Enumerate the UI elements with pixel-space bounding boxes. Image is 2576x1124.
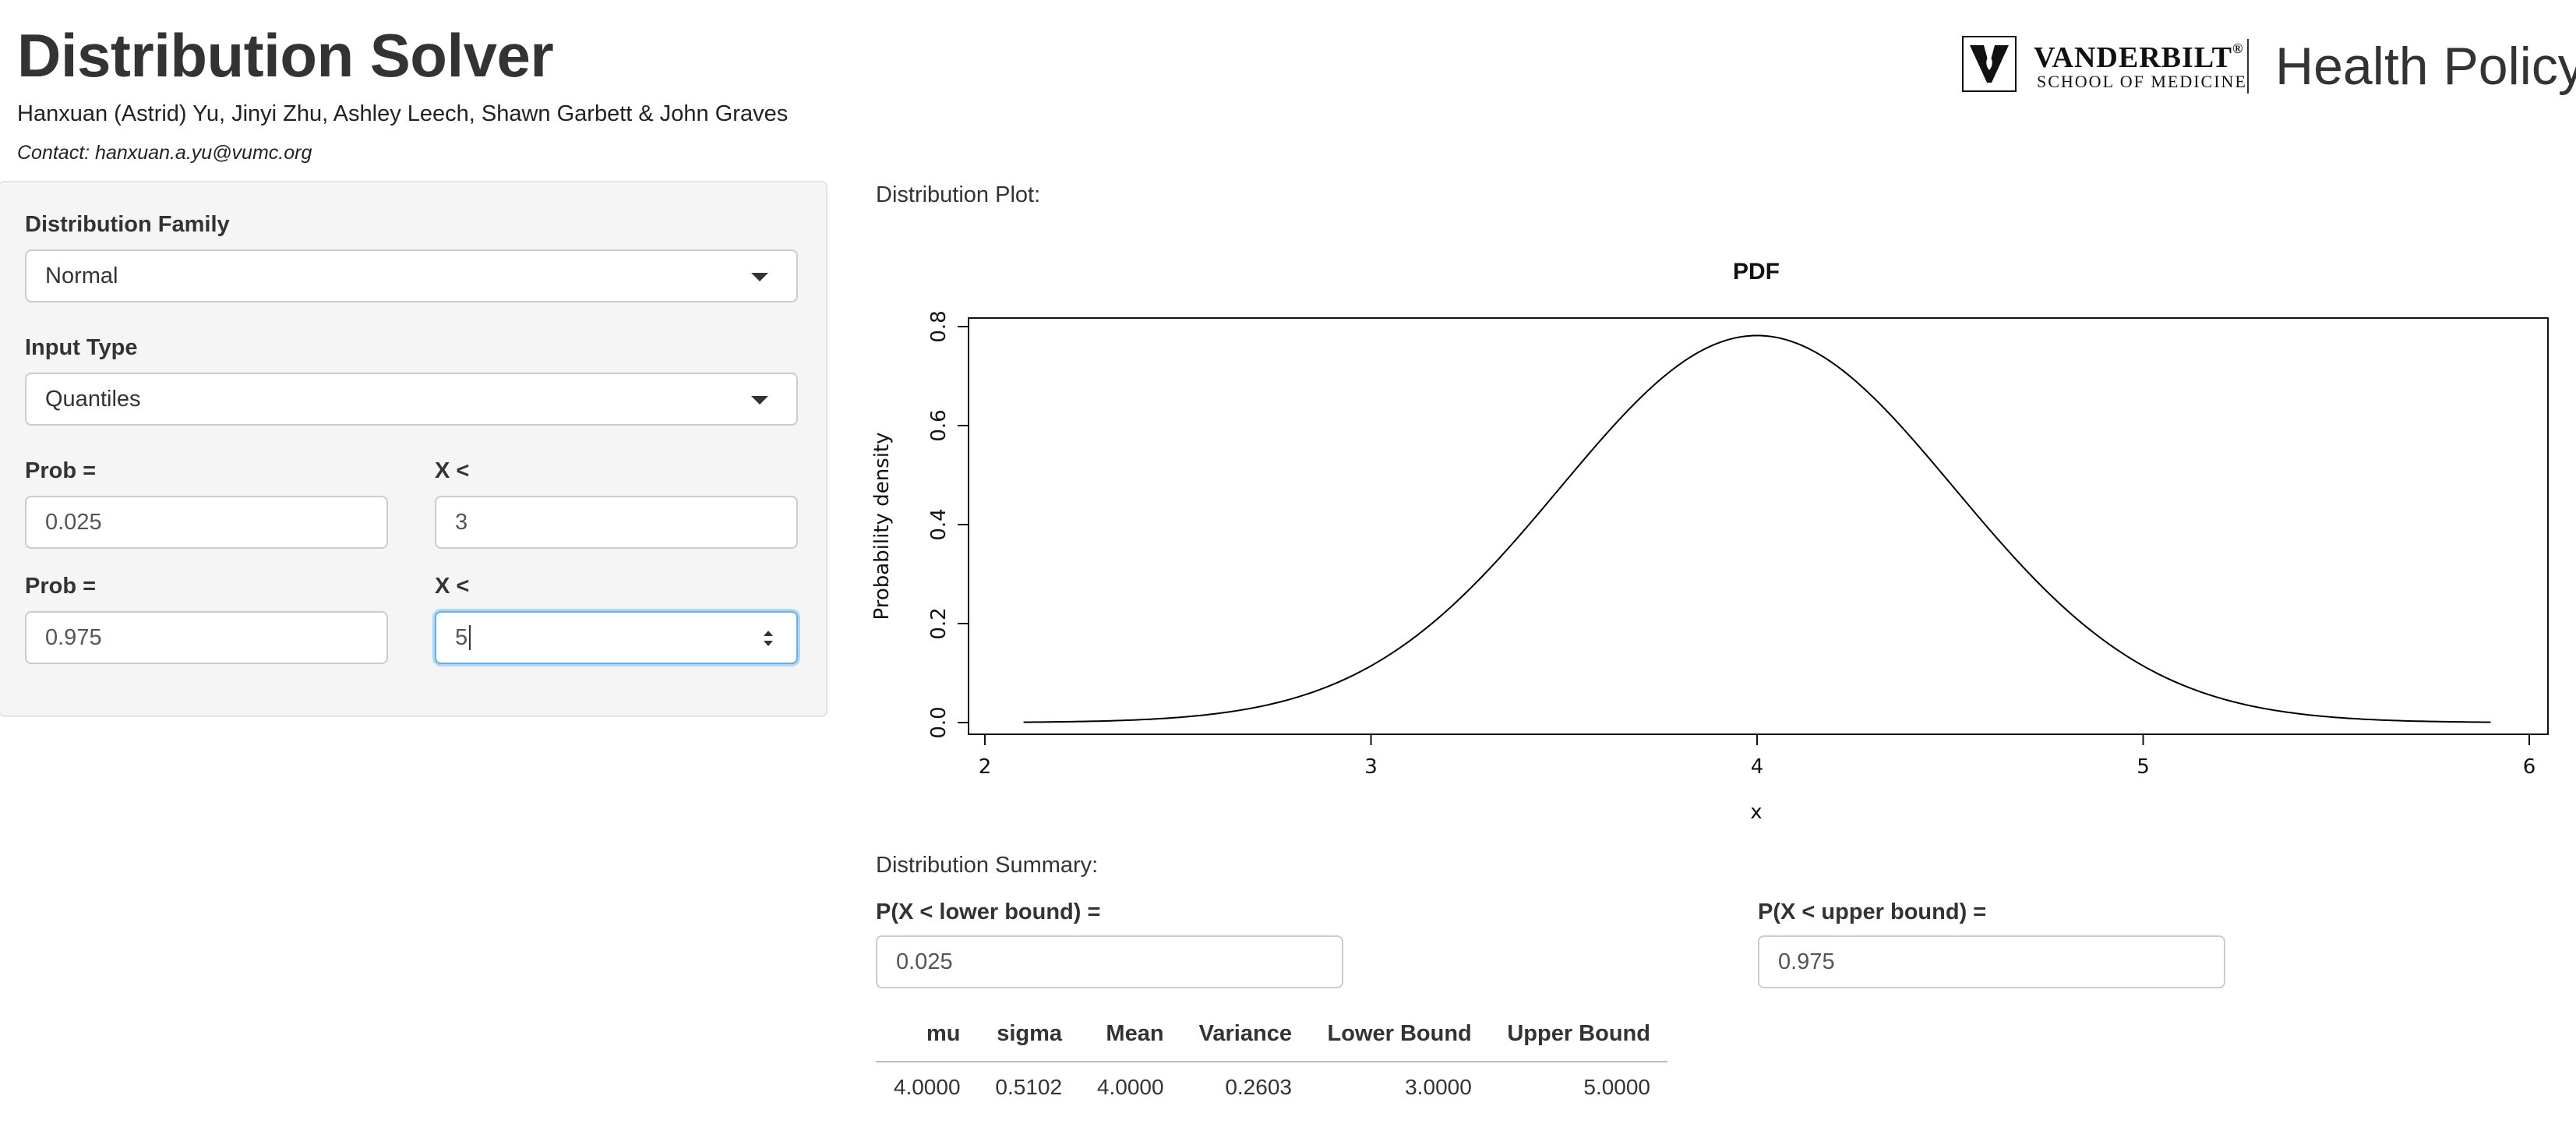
upper-bound-prob-label: P(X < upper bound) = <box>1758 900 1987 924</box>
table-header: Lower Bound <box>1308 1010 1489 1062</box>
prob-2-label: Prob = <box>25 574 97 599</box>
table-row: 4.0000 0.5102 4.0000 0.2603 3.0000 5.000… <box>876 1062 1667 1112</box>
logo-vanderbilt-text: VANDERBILT® <box>2034 41 2244 74</box>
input-type-value: Quantiles <box>45 386 141 412</box>
table-header: sigma <box>977 1010 1080 1062</box>
upper-bound-prob-field[interactable]: 0.975 <box>1758 935 2225 988</box>
x-tick-label: 2 <box>979 755 992 779</box>
input-type-label: Input Type <box>25 335 138 360</box>
plot-box <box>968 317 2549 735</box>
text-cursor <box>469 625 471 650</box>
table-header: Mean <box>1079 1010 1181 1062</box>
distribution-family-value: Normal <box>45 263 118 288</box>
y-tick-label: 0.8 <box>927 310 951 342</box>
distribution-summary-label: Distribution Summary: <box>876 853 1099 878</box>
prob-2-value: 0.975 <box>45 624 102 650</box>
pdf-curve <box>1023 334 2491 723</box>
distribution-family-select[interactable]: Normal <box>25 249 798 302</box>
x-tick-label: 4 <box>1751 755 1764 779</box>
chevron-down-icon <box>751 396 768 405</box>
chevron-down-icon <box>751 273 768 281</box>
table-cell: 0.2603 <box>1225 1075 1292 1099</box>
prob-1-value: 0.025 <box>45 509 102 535</box>
x-2-value: 5 <box>455 624 468 650</box>
table-cell: 4.0000 <box>1096 1075 1164 1099</box>
table-header-row: mu sigma Mean Variance Lower Bound Upper… <box>876 1010 1667 1062</box>
number-spinner-icon[interactable] <box>762 627 775 650</box>
table-header: mu <box>876 1010 978 1062</box>
table-cell: 0.5102 <box>995 1075 1063 1099</box>
y-tick-label: 0.2 <box>927 607 951 639</box>
y-axis: 0.0 0.2 0.4 0.6 0.8 <box>927 310 969 739</box>
table-cell: 3.0000 <box>1405 1075 1472 1099</box>
authors-line: Hanxuan (Astrid) Yu, Jinyi Zhu, Ashley L… <box>17 101 789 126</box>
x-tick-label: 5 <box>2137 755 2150 779</box>
vanderbilt-oak-leaf-icon <box>1962 36 2017 92</box>
lower-bound-prob-field[interactable]: 0.025 <box>876 935 1343 988</box>
x-1-input[interactable]: 3 <box>435 496 798 549</box>
page-title: Distribution Solver <box>17 21 554 90</box>
y-tick-label: 0.6 <box>927 409 951 441</box>
upper-bound-prob-value: 0.975 <box>1778 949 1835 974</box>
logo-school-text: SCHOOL OF MEDICINE <box>2037 72 2247 91</box>
input-type-select[interactable]: Quantiles <box>25 373 798 426</box>
distribution-family-label: Distribution Family <box>25 212 230 237</box>
y-axis-label: Probability density <box>870 432 894 620</box>
distribution-plot-label: Distribution Plot: <box>876 182 1041 207</box>
pdf-chart: PDF 2 3 4 5 6 0.0 0.2 0.4 0.6 0.8 x Probability … <box>870 259 2549 824</box>
logo-divider <box>2247 39 2249 94</box>
table-cell: 4.0000 <box>893 1075 961 1099</box>
chart-title: PDF <box>1733 259 1780 285</box>
table-cell: 5.0000 <box>1583 1075 1650 1099</box>
x-1-value: 3 <box>455 509 468 535</box>
x-axis-label: x <box>1750 801 1762 824</box>
logo-department-text: Health Policy <box>2275 37 2576 96</box>
x-2-input[interactable]: 5 <box>435 611 798 664</box>
x-1-label: X < <box>435 458 470 483</box>
y-tick-label: 0.4 <box>927 508 951 540</box>
lower-bound-prob-value: 0.025 <box>896 949 953 974</box>
prob-1-input[interactable]: 0.025 <box>25 496 388 549</box>
vanderbilt-health-policy-logo: VANDERBILT® SCHOOL OF MEDICINE Health Po… <box>1962 36 2576 98</box>
lower-bound-prob-label: P(X < lower bound) = <box>876 900 1101 924</box>
contact-line: Contact: hanxuan.a.yu@vumc.org <box>17 142 312 164</box>
prob-2-input[interactable]: 0.975 <box>25 611 388 664</box>
x-tick-label: 6 <box>2523 755 2536 779</box>
x-2-label: X < <box>435 574 470 599</box>
y-tick-label: 0.0 <box>927 706 951 738</box>
x-tick-label: 3 <box>1364 755 1378 779</box>
table-header: Variance <box>1180 1010 1309 1062</box>
table-header: Upper Bound <box>1488 1010 1667 1062</box>
prob-1-label: Prob = <box>25 458 97 483</box>
summary-table: mu sigma Mean Variance Lower Bound Upper… <box>876 1010 1667 1112</box>
x-axis: 2 3 4 5 6 <box>979 733 2536 779</box>
